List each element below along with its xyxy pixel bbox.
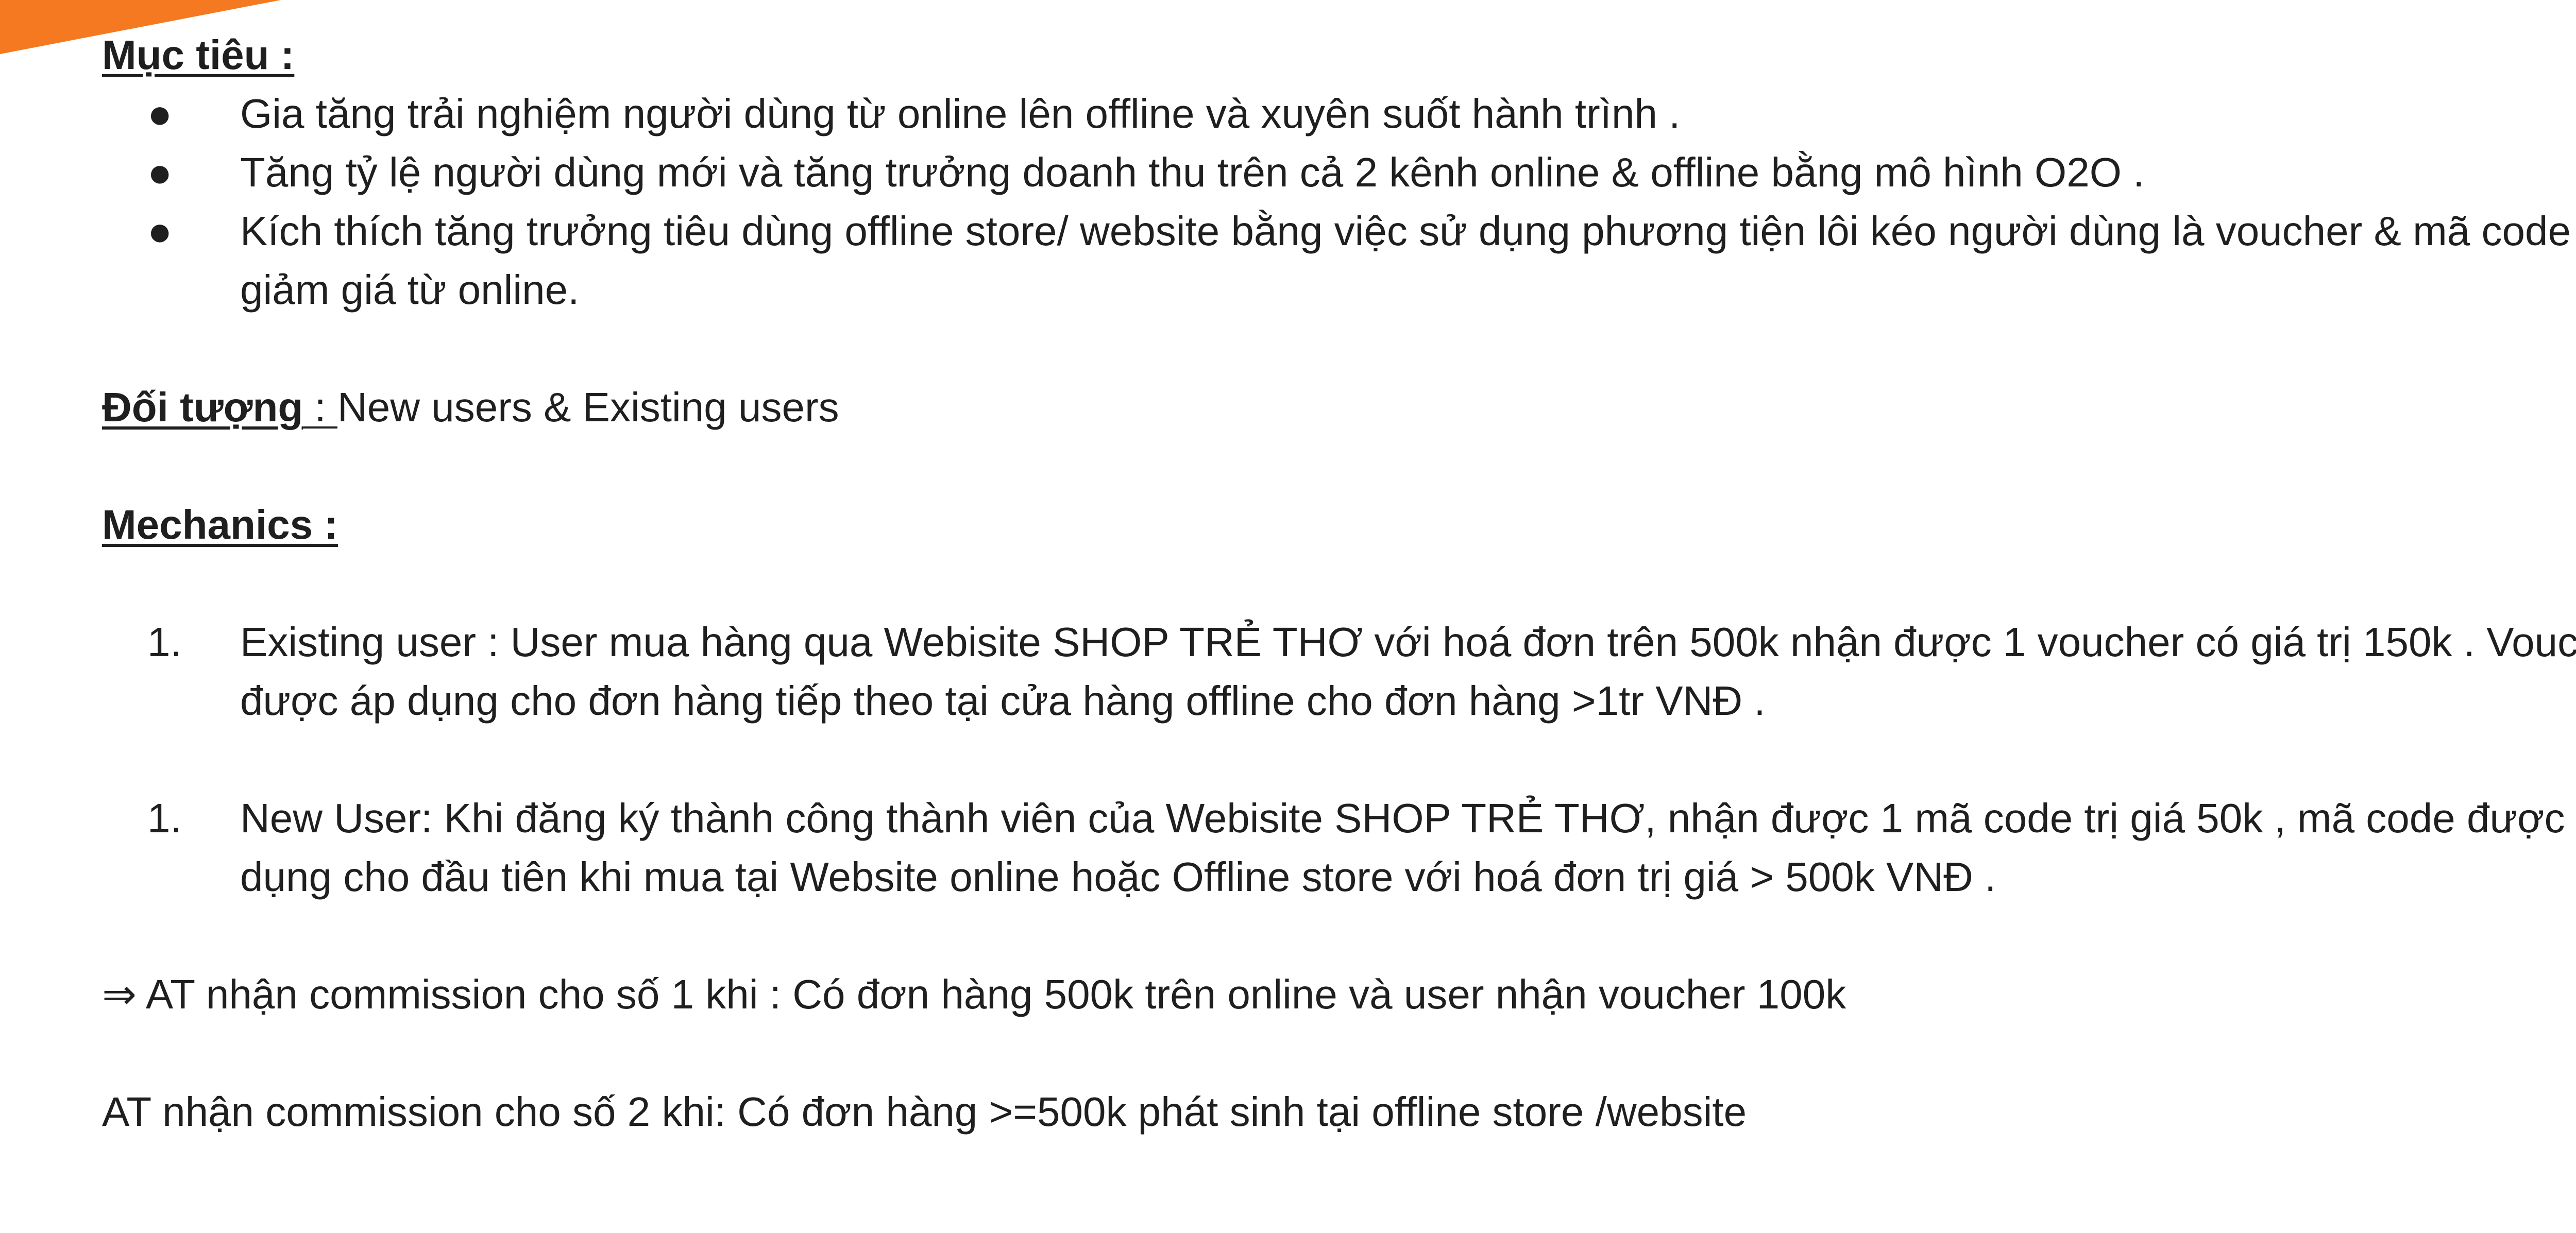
list-number: 1. <box>147 795 182 841</box>
target-colon: : <box>303 384 337 430</box>
objective-text: Gia tăng trải nghiệm người dùng từ onlin… <box>240 91 1681 136</box>
commission-line-2: AT nhận commission cho số 2 khi: Có đơn … <box>102 1089 1747 1135</box>
target-heading: Đối tượng <box>102 384 303 430</box>
list-number: 1. <box>147 619 182 665</box>
mechanics-heading: Mechanics : <box>102 502 338 547</box>
objective-item: ● Kích thích tăng trưởng tiêu dùng offli… <box>102 202 2576 319</box>
mechanic-text: New User: Khi đăng ký thành công thành v… <box>240 795 2576 900</box>
target-line: Đối tượng : New users & Existing users <box>102 378 2576 437</box>
mechanic-item: 1. New User: Khi đăng ký thành công thàn… <box>102 789 2576 906</box>
mechanic-item: 1. Existing user : User mua hàng qua Web… <box>102 613 2576 730</box>
commission-line-1: ⇒ AT nhận commission cho số 1 khi : Có đ… <box>102 971 1846 1017</box>
objective-text: Tăng tỷ lệ người dùng mới và tăng trưởng… <box>240 149 2145 195</box>
objective-item: ● Tăng tỷ lệ người dùng mới và tăng trưở… <box>102 143 2576 202</box>
document-body: Mục tiêu : ● Gia tăng trải nghiệm người … <box>102 26 2576 1141</box>
bullet-icon: ● <box>147 208 173 254</box>
objective-item: ● Gia tăng trải nghiệm người dùng từ onl… <box>102 84 2576 143</box>
objectives-heading: Mục tiêu : <box>102 32 295 78</box>
bullet-icon: ● <box>147 91 173 136</box>
bullet-icon: ● <box>147 149 173 195</box>
target-value: New users & Existing users <box>337 384 839 430</box>
objective-text: Kích thích tăng trưởng tiêu dùng offline… <box>240 208 2571 313</box>
mechanic-text: Existing user : User mua hàng qua Webisi… <box>240 619 2576 724</box>
